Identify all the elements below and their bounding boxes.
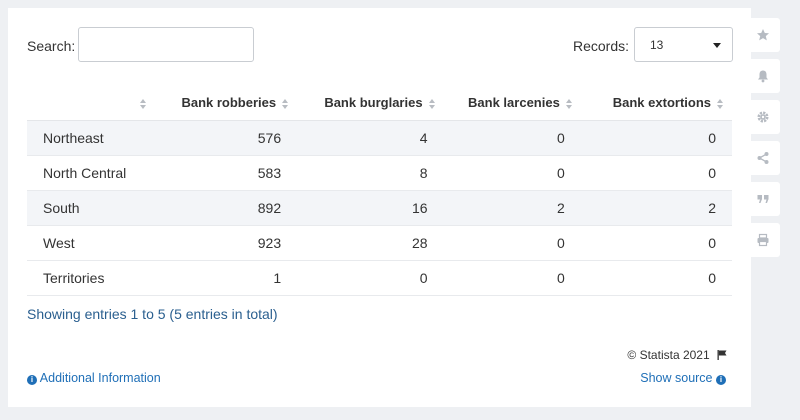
sort-icon [282,98,289,109]
table-cell: Northeast [27,120,156,156]
additional-information-link[interactable]: i Additional Information [27,371,161,385]
column-header-region[interactable] [27,85,156,121]
copyright-text: © Statista 2021 [627,348,710,362]
print-icon [757,233,769,247]
table-cell: 4 [297,120,444,156]
table-cell: 576 [155,120,298,156]
table-row: North Central 583 8 0 0 [27,155,732,191]
table-cell: South [27,190,156,226]
statistic-card: Search: Records: 13 Bank robberies Bank … [8,8,751,407]
table-cell: 28 [297,225,444,261]
table-cell: 0 [580,225,732,261]
cite-button[interactable] [746,182,780,216]
sort-icon [428,98,436,109]
table-cell: 16 [297,190,444,226]
column-header-bank-robberies[interactable]: Bank robberies [155,85,298,121]
star-icon [757,29,769,41]
column-header-bank-burglaries[interactable]: Bank burglaries [297,85,444,121]
share-icon [757,152,769,164]
records-label: Records: [573,38,630,54]
table-cell: 0 [580,120,732,156]
share-button[interactable] [746,141,780,175]
table-cell: 0 [443,260,581,296]
records-value: 13 [650,38,664,52]
table-row: South 892 16 2 2 [27,190,732,226]
copyright: © Statista 2021 [627,348,727,362]
table-cell: 0 [580,155,732,191]
table-cell: 2 [443,190,581,226]
settings-button[interactable] [746,100,780,134]
table-cell: 0 [297,260,444,296]
gear-icon [757,111,769,123]
flag-icon[interactable] [717,350,727,360]
table-cell: 583 [155,155,298,191]
side-toolbar [746,18,780,264]
table-cell: 0 [580,260,732,296]
search-input[interactable] [78,27,254,62]
data-table: Bank robberies Bank burglaries Bank larc… [27,85,732,296]
table-cell: 0 [443,120,581,156]
table-cell: 8 [297,155,444,191]
table-cell: 923 [155,225,298,261]
additional-information-label: Additional Information [39,371,161,385]
chevron-down-icon [713,43,721,48]
table-cell: 1 [155,260,298,296]
table-cell: 0 [443,225,581,261]
notification-button[interactable] [746,59,780,93]
records-select[interactable]: 13 [634,27,733,62]
info-icon: i [27,375,37,385]
table-cell: 892 [155,190,298,226]
favorite-button[interactable] [746,18,780,52]
table-cell: 2 [580,190,732,226]
print-button[interactable] [746,223,780,257]
sort-icon [717,98,724,109]
show-source-label: Show source [640,371,713,385]
sort-icon [565,98,573,109]
table-row: West 923 28 0 0 [27,225,732,261]
column-header-bank-larcenies[interactable]: Bank larcenies [443,85,581,121]
table-cell: 0 [443,155,581,191]
bell-icon [758,70,768,83]
entries-summary: Showing entries 1 to 5 (5 entries in tot… [27,306,278,322]
search-label: Search: [27,38,76,54]
column-header-bank-extortions[interactable]: Bank extortions [580,85,732,121]
table-cell: West [27,225,156,261]
table-row: Northeast 576 4 0 0 [27,120,732,156]
sort-icon [140,98,147,109]
show-source-link[interactable]: Show source i [640,371,726,385]
table-cell: North Central [27,155,156,191]
table-row: Territories 1 0 0 0 [27,260,732,296]
table-cell: Territories [27,260,156,296]
info-icon: i [716,375,726,385]
quote-icon [757,195,769,203]
